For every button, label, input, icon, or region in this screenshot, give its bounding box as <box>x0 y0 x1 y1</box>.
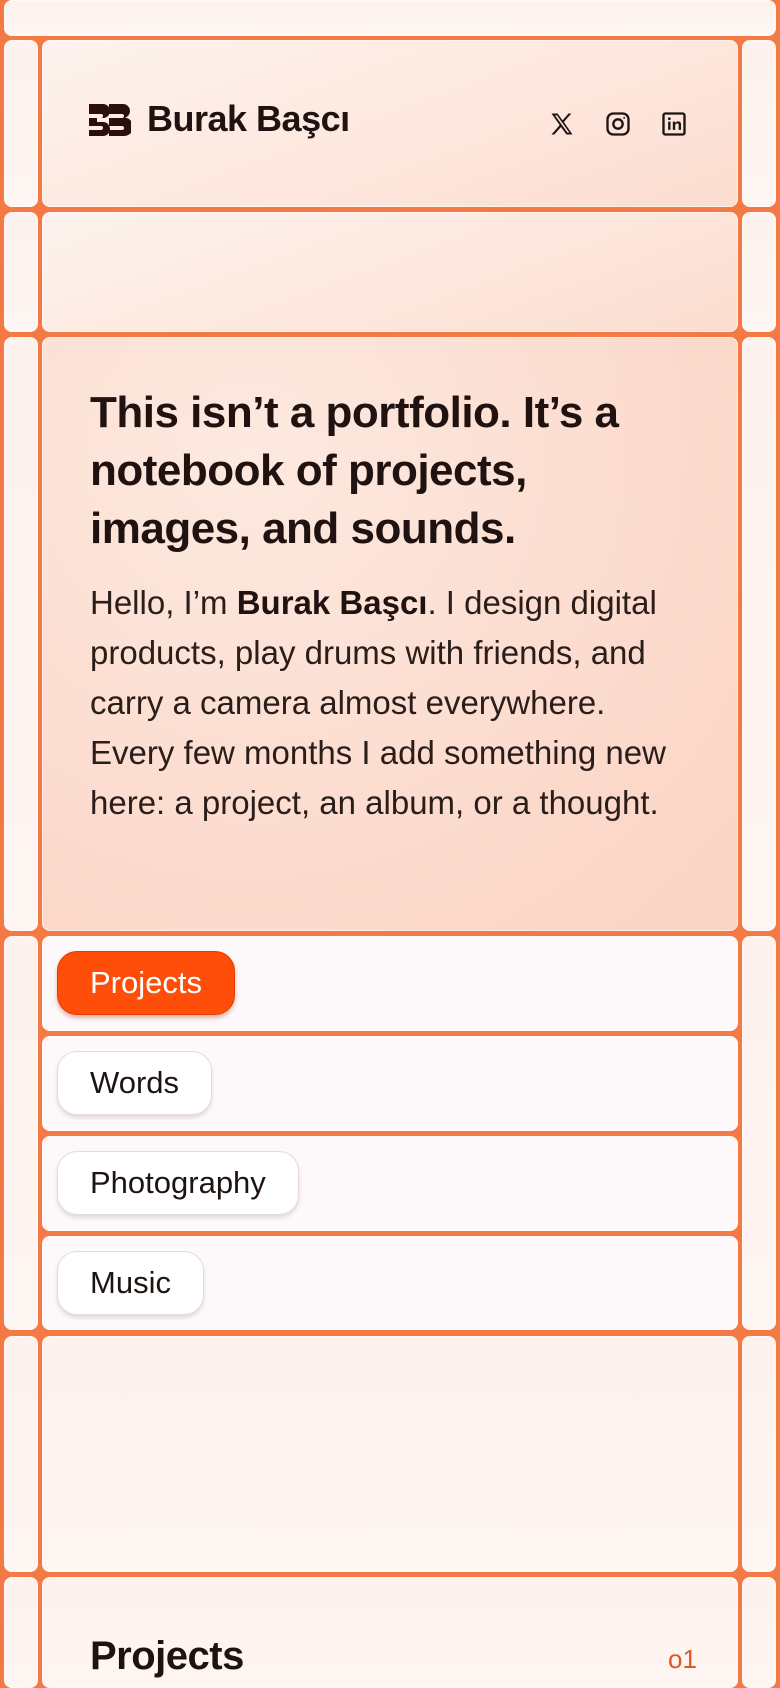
section-title: Projects <box>90 1634 244 1678</box>
grid-cell <box>4 0 776 36</box>
hero-title: This isn’t a portfolio. It’s a notebook … <box>90 388 619 553</box>
instagram-icon[interactable] <box>602 108 634 140</box>
grid-cell <box>742 936 776 1330</box>
hero-intro: Hello, I’m Burak Başcı. I design digital… <box>90 578 690 828</box>
x-icon[interactable] <box>546 108 578 140</box>
tab-music[interactable]: Music <box>57 1251 204 1315</box>
hero-intro-name: Burak Başcı <box>236 584 428 621</box>
grid-cell <box>4 212 38 332</box>
grid-cell <box>4 1577 38 1688</box>
hero-intro-prefix: Hello, I’m <box>90 584 237 621</box>
grid-cell <box>4 40 38 207</box>
grid-cell <box>4 337 38 931</box>
linkedin-icon[interactable] <box>658 108 690 140</box>
tab-projects[interactable]: Projects <box>57 951 235 1015</box>
grid-cell <box>742 1577 776 1688</box>
grid-cell <box>42 1336 738 1572</box>
section-count: o1 <box>668 1644 697 1674</box>
grid-cell <box>742 212 776 332</box>
grid-cell <box>742 40 776 207</box>
tab-photography[interactable]: Photography <box>57 1151 299 1215</box>
grid-cell <box>742 1336 776 1572</box>
grid-cell <box>4 936 38 1330</box>
logo-icon[interactable] <box>89 104 131 144</box>
site-name[interactable]: Burak Başcı <box>147 98 350 140</box>
grid-cell <box>4 1336 38 1572</box>
grid-cell <box>742 337 776 931</box>
tab-words[interactable]: Words <box>57 1051 213 1115</box>
grid-cell <box>42 212 738 332</box>
